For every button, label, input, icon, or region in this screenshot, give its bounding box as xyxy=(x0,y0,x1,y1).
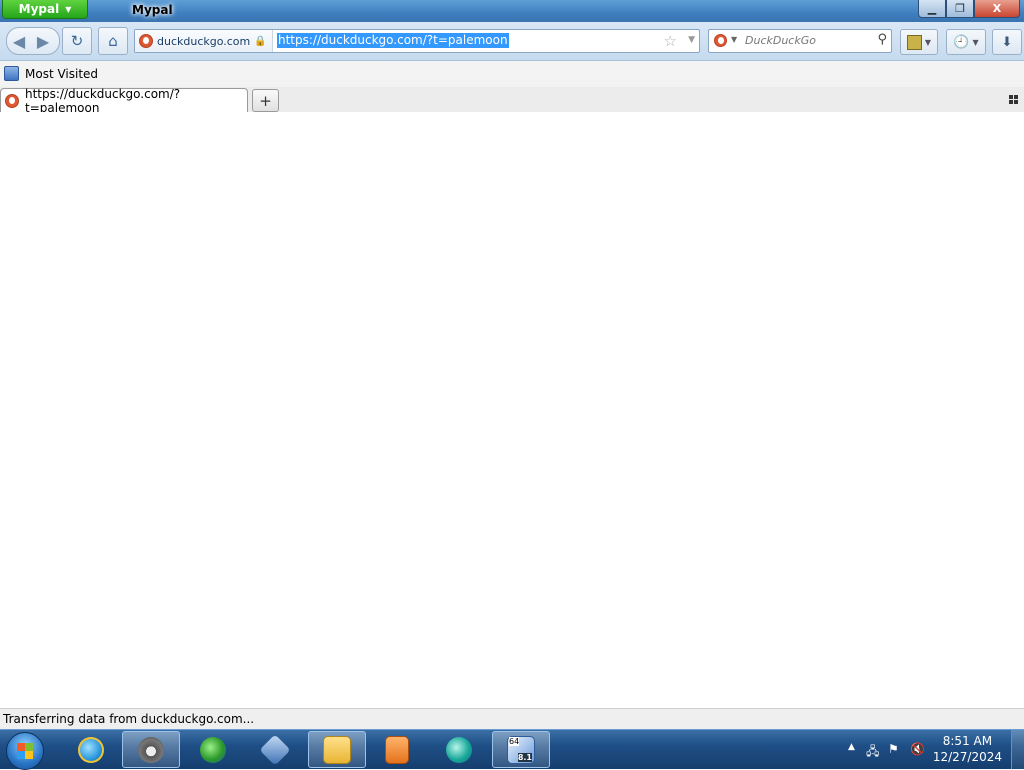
system-badge-bottom: 8.1 xyxy=(517,752,532,762)
system-tray: ▲ 🖧 ⚑ 🔇 8:51 AM 12/27/2024 xyxy=(840,730,1024,769)
site-identity-button[interactable]: duckduckgo.com 🔒 xyxy=(135,30,273,52)
window-title: Mypal xyxy=(132,3,173,17)
bookmark-label: Most Visited xyxy=(25,66,99,81)
taskbar-media-player[interactable] xyxy=(368,731,426,768)
lock-icon: 🔒 xyxy=(254,35,267,47)
windows-logo-icon xyxy=(17,743,33,759)
taskbar-mypal[interactable] xyxy=(122,731,180,768)
list-all-tabs-icon[interactable] xyxy=(1009,95,1018,104)
system-64-8-1-icon: 64 8.1 xyxy=(507,735,535,764)
app-menu-label: Mypal xyxy=(18,2,60,16)
duckduckgo-favicon-icon xyxy=(139,34,153,48)
bookmark-most-visited[interactable]: Most Visited xyxy=(4,66,98,81)
volume-muted-icon[interactable]: 🔇 xyxy=(910,742,925,756)
download-arrow-icon: ⬇ xyxy=(1001,34,1013,50)
chevron-down-icon: ▼ xyxy=(924,37,932,47)
taskbar-internet-explorer[interactable] xyxy=(62,731,120,768)
window-controls: ▁ ❐ X xyxy=(918,0,1020,18)
forward-arrow-icon: ▶ xyxy=(36,31,50,51)
search-engine-icon[interactable] xyxy=(714,34,727,47)
bookmarks-icon xyxy=(906,34,922,50)
tab-title: https://duckduckgo.com/?t=palemoon xyxy=(25,86,181,115)
reload-icon: ↻ xyxy=(70,32,84,50)
taskbar-virtualbox[interactable] xyxy=(246,731,304,768)
downloads-button[interactable]: ⬇ xyxy=(992,29,1022,55)
back-arrow-icon: ◀ xyxy=(12,31,26,51)
search-input[interactable]: DuckDuckGo xyxy=(745,34,816,47)
duckduckgo-favicon-icon xyxy=(5,93,19,108)
clock[interactable]: 8:51 AM 12/27/2024 xyxy=(933,733,1002,765)
search-engine-dropdown-icon[interactable]: ▼ xyxy=(731,35,737,44)
url-history-dropdown-icon[interactable]: ▼ xyxy=(688,35,695,45)
internet-download-manager-icon xyxy=(200,736,226,763)
page-content xyxy=(0,112,1024,708)
back-forward-group: ◀ ▶ xyxy=(6,27,60,55)
tab-duckduckgo[interactable]: https://duckduckgo.com/?t=palemoon xyxy=(0,86,248,115)
taskbar-internet-download-manager[interactable] xyxy=(184,731,242,768)
search-icon[interactable]: ⚲ xyxy=(877,32,887,47)
bookmarks-menu-button[interactable]: ▼ xyxy=(900,29,938,55)
most-visited-folder-icon xyxy=(4,66,19,81)
identity-domain: duckduckgo.com xyxy=(157,34,251,48)
forward-button[interactable]: ▶ xyxy=(31,29,55,53)
reload-button[interactable]: ↻ xyxy=(62,27,92,55)
status-text: Transferring data from duckduckgo.com... xyxy=(3,712,255,726)
taskbar-file-explorer[interactable] xyxy=(308,731,366,768)
back-button[interactable]: ◀ xyxy=(7,29,31,53)
taskbar-app-teal[interactable] xyxy=(430,731,488,768)
clock-icon: 🕘 xyxy=(953,34,970,50)
search-bar[interactable]: ▼ DuckDuckGo ⚲ xyxy=(708,29,892,53)
clock-time: 8:51 AM xyxy=(942,734,993,748)
bookmarks-toolbar: Most Visited xyxy=(0,61,1024,87)
chevron-down-icon: ▼ xyxy=(65,4,72,14)
home-icon: ⌂ xyxy=(108,32,118,50)
show-desktop-button[interactable] xyxy=(1011,730,1024,769)
minimize-button[interactable]: ▁ xyxy=(918,0,946,18)
new-tab-button[interactable]: + xyxy=(252,89,279,112)
network-icon[interactable]: 🖧 xyxy=(866,742,879,763)
close-button[interactable]: X xyxy=(974,0,1020,18)
show-hidden-icons-icon[interactable]: ▲ xyxy=(848,742,855,752)
system-badge-top: 64 xyxy=(509,736,520,746)
virtualbox-icon xyxy=(259,733,291,766)
taskbar-system-64[interactable]: 64 8.1 xyxy=(492,731,550,768)
url-bar[interactable]: duckduckgo.com 🔒 https://duckduckgo.com/… xyxy=(134,29,700,53)
history-menu-button[interactable]: 🕘 ▼ xyxy=(946,29,986,55)
file-explorer-icon xyxy=(323,735,351,764)
media-player-icon xyxy=(385,735,409,764)
app-icon-teal xyxy=(446,736,472,763)
url-input[interactable]: https://duckduckgo.com/?t=palemoon xyxy=(277,33,509,48)
app-menu-button[interactable]: Mypal ▼ xyxy=(2,0,88,19)
start-button[interactable] xyxy=(6,732,44,770)
internet-explorer-icon xyxy=(78,736,104,763)
status-bar: Transferring data from duckduckgo.com... xyxy=(0,708,1024,730)
maximize-button[interactable]: ❐ xyxy=(946,0,974,18)
chevron-down-icon: ▼ xyxy=(972,37,979,47)
action-center-flag-icon[interactable]: ⚑ xyxy=(888,742,899,756)
mypal-raccoon-icon xyxy=(138,736,164,763)
clock-date: 12/27/2024 xyxy=(932,750,1002,764)
taskbar: 64 8.1 ▲ 🖧 ⚑ 🔇 8:51 AM 12/27/2024 xyxy=(0,729,1024,770)
bookmark-star-icon[interactable]: ☆ xyxy=(664,32,677,50)
home-button[interactable]: ⌂ xyxy=(98,27,128,55)
title-bar: Mypal ▼ Mypal ▁ ❐ X xyxy=(0,0,1024,22)
tab-strip: https://duckduckgo.com/?t=palemoon + xyxy=(0,86,1024,115)
navigation-toolbar: ◀ ▶ ↻ ⌂ duckduckgo.com 🔒 https://duckduc… xyxy=(0,22,1024,61)
